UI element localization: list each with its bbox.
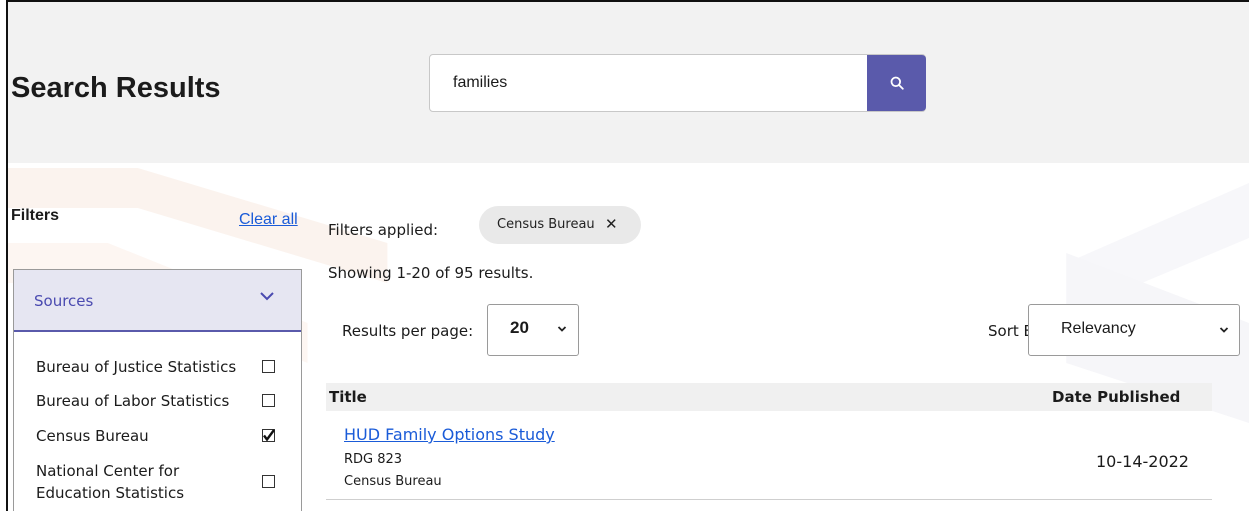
filters-applied-label: Filters applied: bbox=[328, 221, 439, 239]
search-box bbox=[429, 54, 926, 112]
search-input[interactable] bbox=[430, 55, 866, 111]
header-band: Search Results bbox=[8, 2, 1249, 163]
results-table-header: Title Date Published bbox=[326, 383, 1212, 411]
chevron-down-icon bbox=[1219, 327, 1229, 333]
source-option-label: National Center for bbox=[36, 462, 180, 480]
checkmark-icon bbox=[263, 429, 275, 442]
source-checkbox-bureau-of-justice-statistics[interactable] bbox=[262, 360, 275, 373]
filters-heading: Filters bbox=[11, 207, 60, 224]
source-checkbox-census-bureau[interactable] bbox=[262, 429, 275, 442]
search-button[interactable] bbox=[867, 55, 926, 111]
result-date: 10-14-2022 bbox=[1096, 452, 1189, 471]
source-option-label: Census Bureau bbox=[36, 427, 149, 445]
chevron-down-icon bbox=[260, 292, 274, 301]
table-row: HUD Family Options Study RDG 823 Census … bbox=[326, 414, 1212, 500]
page-title: Search Results bbox=[11, 72, 221, 104]
result-id: RDG 823 bbox=[344, 452, 403, 467]
close-icon[interactable]: ✕ bbox=[605, 215, 618, 233]
per-page-label: Results per page: bbox=[342, 322, 474, 340]
search-icon bbox=[890, 76, 904, 90]
sources-filter-panel: Sources Bureau of Justice Statistics Bur… bbox=[13, 269, 302, 511]
per-page-select[interactable]: 20 bbox=[487, 304, 579, 356]
result-source: Census Bureau bbox=[344, 474, 442, 489]
results-count: Showing 1-20 of 95 results. bbox=[328, 264, 534, 282]
result-title-link[interactable]: HUD Family Options Study bbox=[344, 425, 555, 444]
source-option-label: Bureau of Labor Statistics bbox=[36, 392, 230, 410]
source-checkbox-national-center-for-education-statistics[interactable] bbox=[262, 475, 275, 488]
source-option-label: Education Statistics bbox=[36, 484, 185, 502]
per-page-value: 20 bbox=[510, 318, 529, 337]
sort-by-select[interactable]: Relevancy bbox=[1028, 304, 1240, 356]
source-option-label: Bureau of Justice Statistics bbox=[36, 358, 237, 376]
chip-label: Census Bureau bbox=[497, 217, 595, 232]
sources-accordion-header[interactable]: Sources bbox=[14, 270, 301, 332]
clear-all-link[interactable]: Clear all bbox=[239, 211, 298, 229]
column-header-title: Title bbox=[329, 388, 367, 406]
applied-filter-chip[interactable]: Census Bureau ✕ bbox=[479, 206, 641, 244]
sort-by-value: Relevancy bbox=[1061, 320, 1136, 337]
sources-label: Sources bbox=[34, 292, 94, 310]
column-header-date-published: Date Published bbox=[1052, 388, 1181, 406]
chevron-down-icon bbox=[557, 326, 567, 332]
source-checkbox-bureau-of-labor-statistics[interactable] bbox=[262, 394, 275, 407]
page-frame: Search Results Filters Clear all Sources bbox=[6, 0, 1249, 511]
